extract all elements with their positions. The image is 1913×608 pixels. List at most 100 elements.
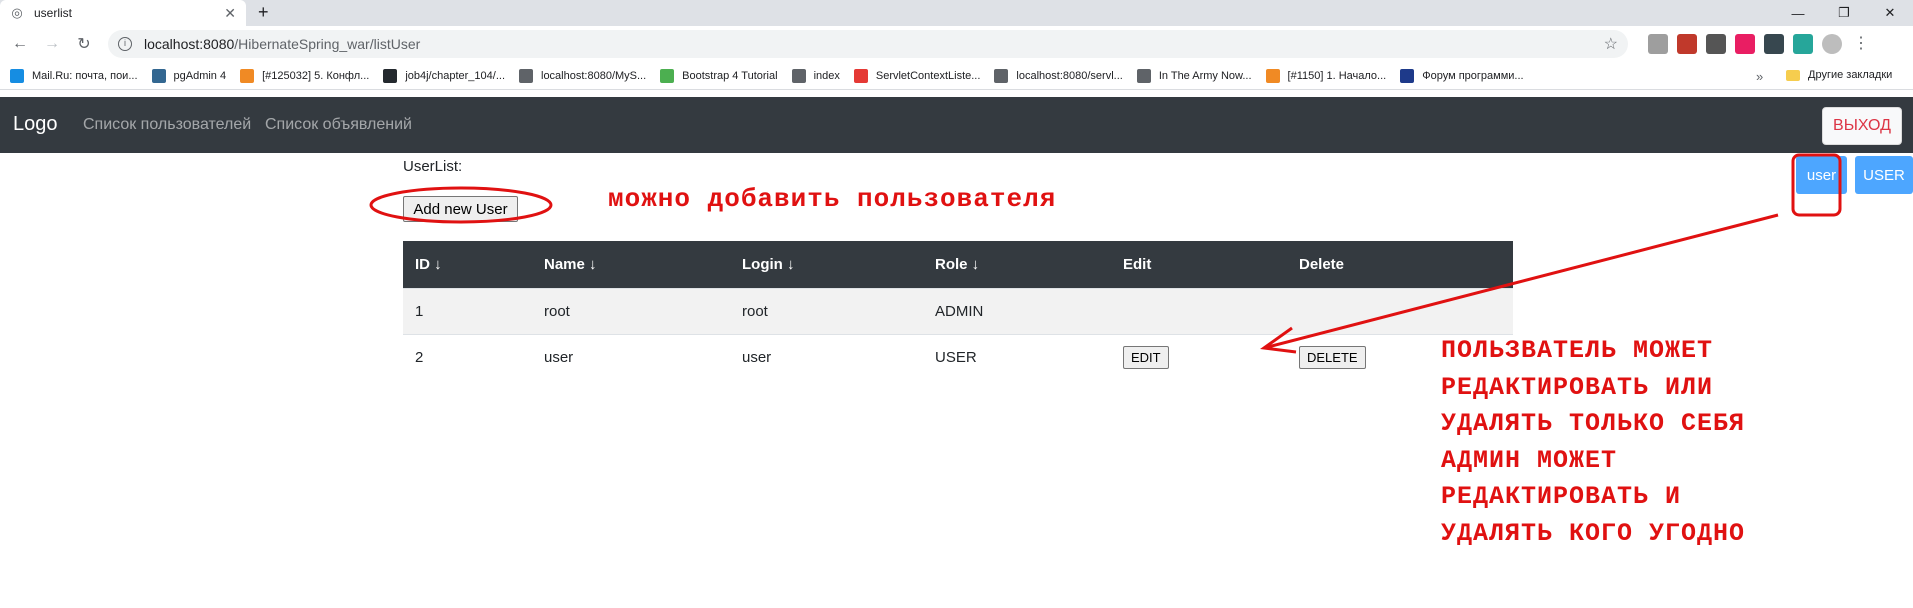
gear-extension-icon[interactable] [1793,34,1813,54]
music-icon[interactable] [1735,34,1755,54]
bookmark-favicon-icon [1136,68,1151,83]
close-window-icon[interactable]: ✕ [1867,0,1913,26]
bookmark-favicon-icon [10,68,24,83]
header-delete: Delete [1287,241,1513,288]
reload-icon[interactable]: ↻ [72,32,96,56]
header-name[interactable]: Name ↓ [532,241,730,288]
bookmark-favicon-icon [1400,68,1415,83]
bookmark-favicon-icon [853,68,868,83]
folder-icon [1786,69,1800,81]
info-icon[interactable]: i [118,37,132,51]
bookmark-item[interactable]: index [791,68,840,83]
bookmark-label: index [813,69,840,82]
bookmark-item[interactable]: [#125032] 5. Конфл... [240,68,370,83]
bookmark-label: job4j/chapter_104/... [405,69,505,82]
header-id[interactable]: ID ↓ [403,241,532,288]
avatar[interactable] [1822,34,1842,54]
brand-logo[interactable]: Logo [13,113,58,136]
bookmark-item[interactable]: [#1150] 1. Начало... [1265,68,1386,83]
bookmark-favicon-icon [151,68,166,83]
browser-tabstrip: ◎ userlist ✕ + — ❐ ✕ [0,0,1913,26]
new-tab-icon[interactable]: + [258,2,269,23]
annotation-add-user: можно добавить пользователя [608,184,1057,214]
address-bar[interactable]: i localhost:8080 /HibernateSpring_war/li… [108,30,1628,58]
annotation-line: АДМИН МОЖЕТ [1441,445,1618,475]
forward-icon[interactable]: → [40,32,64,56]
vpn-icon[interactable] [1764,34,1784,54]
delete-button[interactable]: DELETE [1299,345,1366,369]
pdf-icon[interactable] [1677,34,1697,54]
url-host: localhost:8080 [144,36,235,52]
bookmark-favicon-icon [519,68,533,83]
cell-login: user [730,333,923,380]
bookmark-item[interactable]: pgAdmin 4 [151,68,227,83]
other-bookmarks[interactable]: Другие закладки [1786,69,1892,81]
annotation-permissions: ПОЛЬЗВАТЕЛЬ МОЖЕТ РЕДАКТИРОВАТЬ ИЛИ УДАЛ… [1441,333,1745,552]
bookmark-star-icon[interactable]: ☆ [1604,34,1618,54]
current-user-button[interactable]: user [1796,156,1847,194]
extension-badge-icon[interactable] [1706,34,1726,54]
page-title: UserList: [403,158,463,175]
tab-title: userlist [34,6,73,20]
nav-link-users[interactable]: Список пользователей [83,116,251,134]
window-controls: — ❐ ✕ [1775,0,1913,26]
bookmark-favicon-icon [660,68,675,83]
table-row: 1 root root ADMIN [403,287,1513,334]
bookmark-favicon-icon [994,68,1009,83]
app-navbar: Logo Список пользователей Список объявле… [0,97,1913,153]
back-icon[interactable]: ← [8,32,32,56]
header-role[interactable]: Role ↓ [923,241,1111,288]
bookmark-favicon-icon [791,68,806,83]
bookmark-item[interactable]: Mail.Ru: почта, пои... [10,68,138,83]
annotation-line: ПОЛЬЗВАТЕЛЬ МОЖЕТ [1441,336,1714,365]
cell-role: ADMIN [923,287,1111,334]
bookmark-item[interactable]: Форум программи... [1400,68,1524,83]
annotation-line: РЕДАКТИРОВАТЬ И [1441,482,1682,511]
bookmark-item[interactable]: In The Army Now... [1136,68,1252,83]
current-role-button[interactable]: USER [1855,156,1913,194]
annotation-line: РЕДАКТИРОВАТЬ ИЛИ [1441,372,1714,402]
cell-delete [1287,287,1513,334]
bookmark-favicon-icon [383,68,398,83]
edit-button[interactable]: EDIT [1123,345,1169,369]
annotation-line: УДАЛЯТЬ КОГО УГОДНО [1441,518,1746,548]
bookmark-favicon-icon [240,68,255,83]
bookmark-favicon-icon [1265,68,1280,83]
bookmark-item[interactable]: localhost:8080/servl... [994,68,1123,83]
restore-icon[interactable]: ❐ [1821,0,1867,26]
bookmark-label: [#125032] 5. Конфл... [262,69,370,82]
bookmark-label: In The Army Now... [1158,69,1252,82]
cell-id: 1 [403,287,532,334]
menu-kebab-icon[interactable]: ⋮ [1851,34,1871,54]
bookmarks-overflow-icon[interactable]: » [1756,69,1763,84]
annotation-line: УДАЛЯТЬ ТОЛЬКО СЕБЯ [1441,409,1746,438]
close-tab-icon[interactable]: ✕ [224,5,236,22]
cell-name: root [532,287,730,334]
cell-edit: EDIT [1111,333,1287,380]
bookmark-item[interactable]: Bootstrap 4 Tutorial [660,68,778,83]
bookmark-item[interactable]: ServletContextListe... [853,68,981,83]
bookmark-label: localhost:8080/servl... [1016,69,1123,82]
bookmark-item[interactable]: job4j/chapter_104/... [383,68,505,83]
bookmark-label: Форум программи... [1422,69,1524,82]
header-edit: Edit [1111,241,1287,288]
bookmark-label: localhost:8080/MyS... [541,69,647,82]
table-header-row: ID ↓ Name ↓ Login ↓ Role ↓ Edit Delete [403,241,1513,288]
cell-role: USER [923,333,1111,380]
bookmark-item[interactable]: localhost:8080/MyS... [519,68,647,83]
browser-tab[interactable]: ◎ userlist ✕ [0,0,246,26]
bookmark-label: pgAdmin 4 [173,69,227,82]
logout-button[interactable]: ВЫХОД [1822,107,1902,145]
add-user-button[interactable]: Add new User [403,196,518,222]
cell-name: user [532,333,730,380]
minimize-icon[interactable]: — [1775,0,1821,26]
header-login[interactable]: Login ↓ [730,241,923,288]
globe-icon: ◎ [11,5,23,20]
other-bookmarks-label: Другие закладки [1808,69,1893,81]
bookmark-label: ServletContextListe... [875,69,981,82]
nav-link-ads[interactable]: Список объявлений [265,116,412,134]
table-row: 2 user user USER EDIT DELETE [403,333,1513,380]
drive-icon[interactable] [1648,34,1668,54]
users-table: ID ↓ Name ↓ Login ↓ Role ↓ Edit Delete 1… [403,241,1513,380]
cell-edit [1111,287,1287,334]
